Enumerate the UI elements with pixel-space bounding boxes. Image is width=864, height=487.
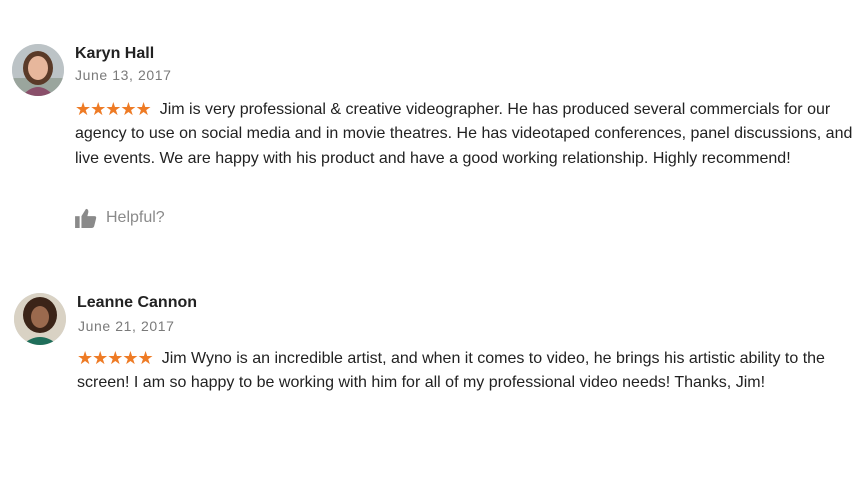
review-body: ★★★★★ Jim is very professional & creative… (75, 96, 855, 171)
avatar-photo-icon (12, 44, 64, 96)
avatar-photo-icon (14, 293, 66, 345)
review-body: ★★★★★ Jim Wyno is an incredible artist, a… (77, 345, 857, 396)
reviewer-avatar[interactable] (14, 293, 66, 345)
thumbs-up-icon (75, 208, 97, 228)
reviewer-name[interactable]: Karyn Hall (75, 45, 154, 63)
helpful-button[interactable]: Helpful? (75, 208, 165, 228)
review-text: Jim is very professional & creative vide… (75, 101, 853, 167)
star-rating: ★★★★★ (77, 348, 154, 368)
review-date: June 21, 2017 (78, 318, 175, 334)
star-rating: ★★★★★ (75, 99, 152, 119)
reviewer-avatar[interactable] (12, 44, 64, 96)
reviewer-name[interactable]: Leanne Cannon (77, 294, 197, 312)
review-date: June 13, 2017 (75, 67, 172, 83)
helpful-label: Helpful? (106, 209, 165, 226)
review-text: Jim Wyno is an incredible artist, and wh… (77, 350, 825, 392)
